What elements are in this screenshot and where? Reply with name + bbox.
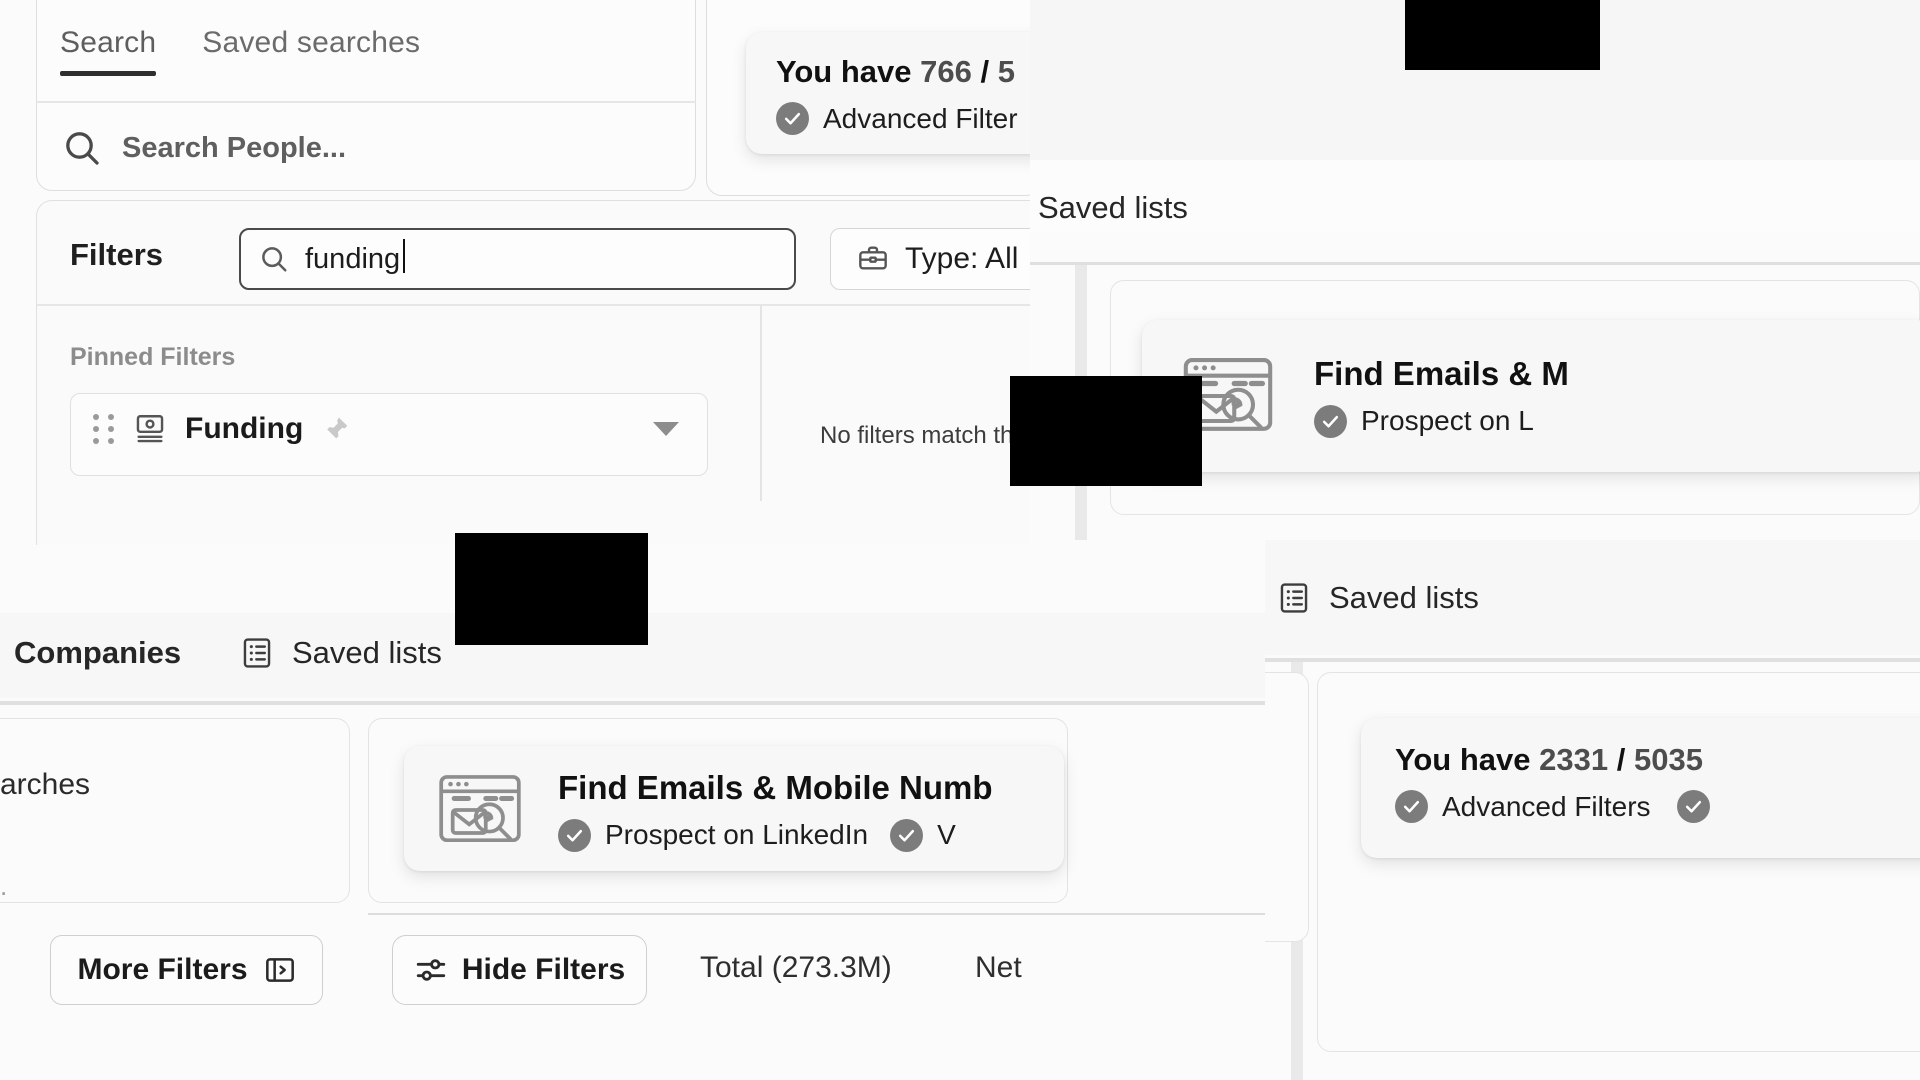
search-people-input[interactable]: Search People... [62,128,346,168]
promo-feature-row-1: Prospect on LinkedIn [558,818,869,852]
briefcase-icon [857,243,889,275]
search-tabs: Search Saved searches [60,26,420,76]
credit-counter-headline: You have 766 / 5 [776,54,1036,90]
credit-separator-bottom: / [1616,742,1626,777]
credit-prefix-bottom: You have [1395,742,1531,777]
drag-handle-icon[interactable] [93,414,115,444]
nav-tab-companies[interactable]: Companies [14,635,181,671]
net-count-label[interactable]: Net [975,951,1022,985]
pin-icon[interactable] [321,414,351,444]
chevron-down-icon[interactable] [653,422,679,436]
promo-card-right[interactable]: Find Emails & M Prospect on L [1142,320,1920,472]
check-circle-icon [558,818,591,852]
check-circle-icon [890,818,924,852]
filters-title: Filters [70,237,164,272]
promo-card-bottom[interactable]: Find Emails & Mobile Numb Prospect on Li… [404,746,1064,871]
search-icon [259,244,289,274]
promo-feature-row-2: V [890,818,956,852]
bottom-right-left-stub [1265,672,1309,942]
check-circle-icon [776,102,809,135]
redaction-box-pinned-filter [455,533,648,645]
saved-lists-bottom-right[interactable]: Saved lists [1277,580,1479,616]
bottom-right-fragment: Saved lists You have 2331 / 5035 Advance… [1265,540,1920,1080]
tab-search-label: Search [60,26,157,59]
right-column-divider [1030,262,1920,265]
credit-feature-row-bottom-1: Advanced Filters [1395,790,1651,823]
check-circle-icon [1676,790,1710,823]
promo-title-right: Find Emails & M [1314,354,1569,392]
promo-feature-label-right: Prospect on L [1361,405,1534,436]
pinned-filters-label: Pinned Filters [70,343,236,371]
credit-total-bottom: 5035 [1634,742,1703,777]
filter-search-input[interactable]: funding [239,228,796,290]
credit-counter-card-bottom: You have 2331 / 5035 Advanced Filters [1361,718,1920,858]
bottom-left-fragment: Companies Saved lists arches . Find Emai… [0,613,1265,1080]
filter-search-value: funding [305,238,406,275]
credit-total: 5 [997,54,1016,89]
redaction-box-filters-empty [1010,376,1202,486]
total-count-label[interactable]: Total (273.3M) [700,951,892,985]
saved-lists-bottom-right-label: Saved lists [1329,580,1479,615]
credit-feature-label: Advanced Filter [823,102,1018,134]
promo-feature-row-right: Prospect on L [1314,404,1569,438]
saved-searches-panel [0,718,350,903]
type-filter-chip[interactable]: Type: All [830,228,1030,290]
filters-header-divider [37,304,1030,306]
pinned-filter-item-funding[interactable]: Funding [70,393,708,476]
search-people-placeholder: Search People... [122,131,347,164]
saved-searches-text: arches [0,768,91,801]
check-circle-icon [1395,790,1428,823]
tabs-divider [36,101,696,103]
list-icon [1277,581,1311,615]
promo-feature-label-1: Prospect on LinkedIn [605,819,869,850]
nav-strip-divider [0,701,1265,705]
promo-feature-label-2: V [937,819,956,850]
credit-prefix: You have [776,54,912,89]
credit-counter-card-top: You have 766 / 5 Advanced Filter [746,32,1036,154]
credit-feature-row-bottom-2 [1676,790,1724,823]
panel-expand-icon [264,954,296,986]
saved-searches-dot: . [0,871,8,901]
saved-lists-label-right[interactable]: Saved lists [1038,190,1188,226]
search-icon [62,128,102,168]
screenshot-stage: Search Saved searches Search People... F… [0,0,1920,1080]
list-icon [240,636,274,670]
hide-filters-label: Hide Filters [461,953,626,986]
filters-empty-state: No filters match th [820,422,1014,449]
type-filter-label: Type: All [905,242,1019,275]
credit-used-bottom: 2331 [1539,742,1609,777]
tab-saved-searches-label: Saved searches [202,26,421,59]
more-filters-label: More Filters [77,953,248,986]
credit-counter-headline-bottom: You have 2331 / 5035 [1395,742,1920,778]
nav-tab-saved-lists[interactable]: Saved lists [240,635,442,671]
credit-feature-label-bottom-1: Advanced Filters [1442,790,1651,822]
credit-feature-row: Advanced Filter [776,102,1036,135]
sliders-icon [414,953,448,987]
hide-filters-button[interactable]: Hide Filters [392,935,647,1005]
check-circle-icon [1314,404,1347,438]
redaction-box-top-right [1405,0,1600,70]
tab-saved-searches[interactable]: Saved searches [202,26,420,76]
credit-separator: / [980,54,990,89]
credit-used: 766 [920,54,972,89]
filters-column-divider [760,306,762,501]
more-filters-button[interactable]: More Filters [50,935,323,1005]
bottom-bar-divider [368,913,1265,915]
credit-counter-fragment-top: You have 766 / 5 Advanced Filter [706,0,1036,196]
tab-search[interactable]: Search [60,26,157,76]
bottom-right-divider [1265,658,1920,662]
pinned-filter-label: Funding [185,412,304,445]
browser-email-search-icon [434,764,526,856]
nav-tab-saved-lists-label: Saved lists [292,635,442,670]
funding-icon [133,412,167,446]
promo-title-bottom: Find Emails & Mobile Numb [558,768,993,806]
